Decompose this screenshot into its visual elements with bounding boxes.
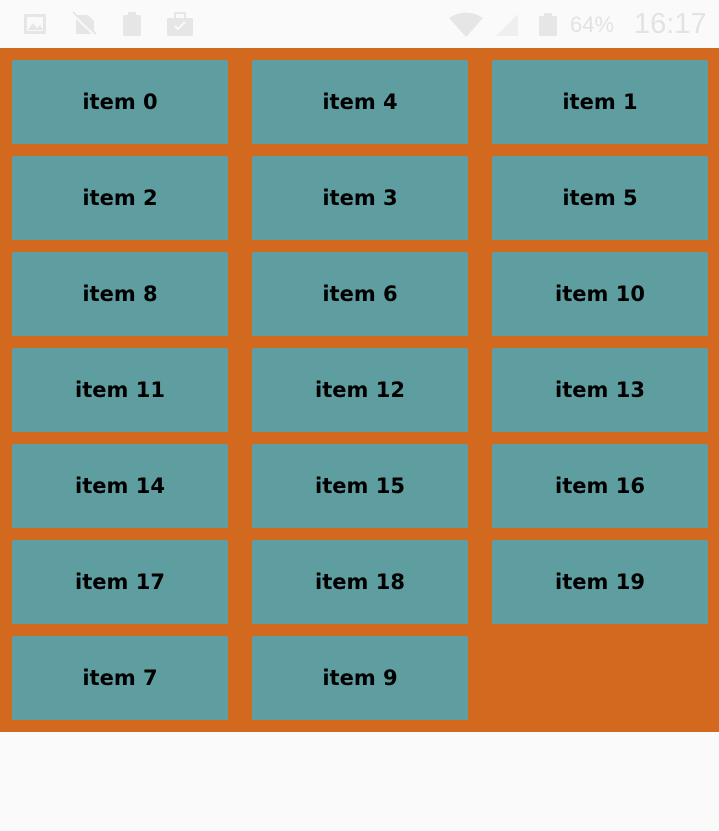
grid-item[interactable]: item 6 [252,252,468,336]
no-sim-icon [71,11,98,37]
grid-item[interactable]: item 11 [12,348,228,432]
briefcase-icon [167,12,193,36]
grid-item[interactable]: item 2 [12,156,228,240]
signal-icon [496,14,518,36]
status-bar: 64% 16:17 [0,0,719,48]
wifi-icon [449,12,483,37]
grid-item[interactable]: item 8 [12,252,228,336]
battery-icon [539,13,557,36]
grid-item[interactable]: item 5 [492,156,708,240]
grid-item[interactable]: item 17 [12,540,228,624]
grid-item[interactable]: item 14 [12,444,228,528]
grid-item[interactable]: item 3 [252,156,468,240]
grid-item[interactable]: item 10 [492,252,708,336]
grid-item[interactable]: item 4 [252,60,468,144]
grid-item[interactable]: item 1 [492,60,708,144]
clock: 16:17 [634,8,707,40]
grid-item[interactable]: item 19 [492,540,708,624]
grid-item[interactable]: item 9 [252,636,468,720]
clipboard-icon [123,12,141,36]
grid-item[interactable]: item 18 [252,540,468,624]
gallery-icon [24,14,46,34]
grid-item[interactable]: item 12 [252,348,468,432]
grid-item[interactable]: item 0 [12,60,228,144]
battery-percentage: 64% [570,12,615,37]
item-grid: item 0 item 4 item 1 item 2 item 3 item … [0,48,719,732]
grid-item[interactable]: item 7 [12,636,228,720]
grid-item[interactable]: item 13 [492,348,708,432]
grid-item[interactable]: item 15 [252,444,468,528]
grid-item[interactable]: item 16 [492,444,708,528]
